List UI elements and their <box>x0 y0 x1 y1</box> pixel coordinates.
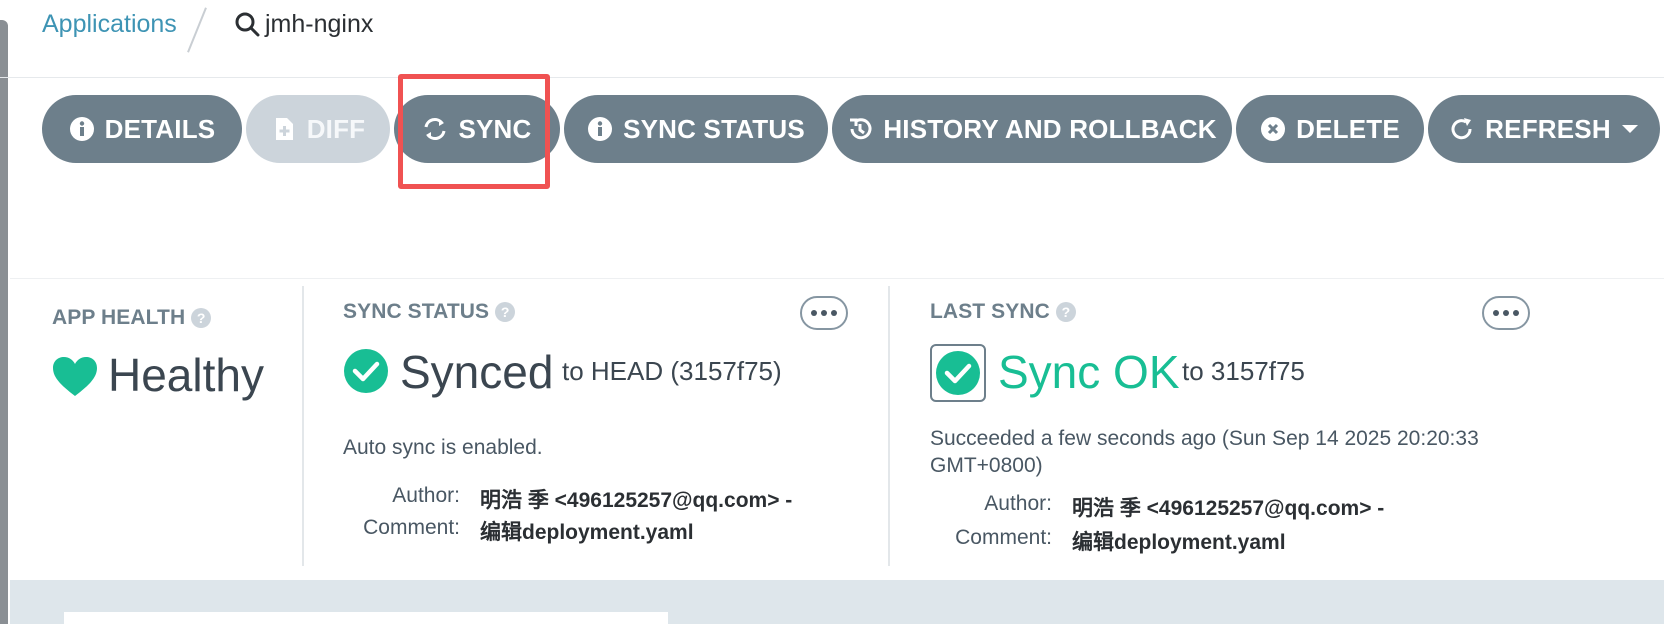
breadcrumb-separator <box>187 7 207 53</box>
breadcrumb-app-name: jmh-nginx <box>265 10 374 38</box>
section-divider <box>302 286 304 566</box>
sync-status-more-button[interactable] <box>800 296 848 330</box>
last-sync-target: to 3157f75 <box>1182 356 1305 386</box>
sync-button-highlight <box>398 74 550 189</box>
breadcrumb-applications-link[interactable]: Applications <box>42 10 177 39</box>
caret-down-icon[interactable] <box>1621 123 1639 135</box>
refresh-label: REFRESH <box>1485 113 1611 144</box>
search-icon <box>235 12 260 37</box>
author-label: Author: <box>392 484 460 507</box>
refresh-button[interactable]: REFRESH <box>1428 95 1660 163</box>
auto-sync-text: Auto sync is enabled. <box>343 436 543 459</box>
last-sync-title-text: LAST SYNC <box>930 300 1050 323</box>
top-bar: Applications jmh-nginx <box>0 0 1664 78</box>
action-toolbar: DETAILS DIFF SYNC SYNC STATUS HISTORY AN… <box>0 90 1664 166</box>
diff-label: DIFF <box>306 113 366 144</box>
history-and-rollback-button[interactable]: HISTORY AND ROLLBACK <box>832 95 1232 163</box>
last-sync-succeeded-line2: GMT+0800) <box>930 454 1043 477</box>
last-sync-more-button[interactable] <box>1482 296 1530 330</box>
comment-label: Comment: <box>955 526 1052 549</box>
refresh-icon <box>1451 118 1472 140</box>
check-circle-icon <box>344 349 388 393</box>
file-diff-icon <box>275 118 293 140</box>
details-label: DETAILS <box>104 113 216 144</box>
heart-icon <box>53 357 97 396</box>
sync-status-title: SYNC STATUS ? <box>343 300 516 324</box>
delete-label: DELETE <box>1296 113 1400 144</box>
help-icon[interactable]: ? <box>1055 302 1076 322</box>
close-circle-icon <box>1261 117 1286 141</box>
help-icon[interactable]: ? <box>191 308 212 328</box>
last-sync-succeeded-line1: Succeeded a few seconds ago (Sun Sep 14 … <box>930 427 1479 450</box>
comment-value: 编辑deployment.yaml <box>1072 531 1286 554</box>
app-health-title: APP HEALTH ? <box>52 306 212 330</box>
check-circle-icon <box>936 351 980 395</box>
diff-button[interactable]: DIFF <box>246 95 390 163</box>
last-sync-title: LAST SYNC ? <box>930 300 1076 324</box>
author-value: 明浩 季 <496125257@qq.com> - <box>1072 497 1385 520</box>
app-health-status: Healthy <box>108 349 264 401</box>
last-sync-icon-frame <box>930 344 986 402</box>
info-icon <box>69 117 94 141</box>
sync-status-button[interactable]: SYNC STATUS <box>564 95 828 163</box>
sync-status-value: Synced <box>400 346 554 398</box>
sync-status-label: SYNC STATUS <box>623 113 805 144</box>
comment-value: 编辑deployment.yaml <box>480 521 694 544</box>
sync-status-target: to HEAD (3157f75) <box>562 356 782 386</box>
delete-button[interactable]: DELETE <box>1236 95 1424 163</box>
help-icon[interactable]: ? <box>495 302 516 322</box>
last-sync-status: Sync OK <box>998 346 1180 398</box>
info-icon <box>588 117 613 141</box>
app-health-title-text: APP HEALTH <box>52 306 186 329</box>
details-button[interactable]: DETAILS <box>42 95 242 163</box>
sync-status-title-text: SYNC STATUS <box>343 300 490 323</box>
history-icon <box>850 118 872 140</box>
section-divider <box>888 286 890 566</box>
history-label: HISTORY AND ROLLBACK <box>883 113 1217 144</box>
author-value: 明浩 季 <496125257@qq.com> - <box>480 489 793 512</box>
author-label: Author: <box>984 492 1052 515</box>
resource-card <box>64 612 668 624</box>
comment-label: Comment: <box>363 516 460 539</box>
